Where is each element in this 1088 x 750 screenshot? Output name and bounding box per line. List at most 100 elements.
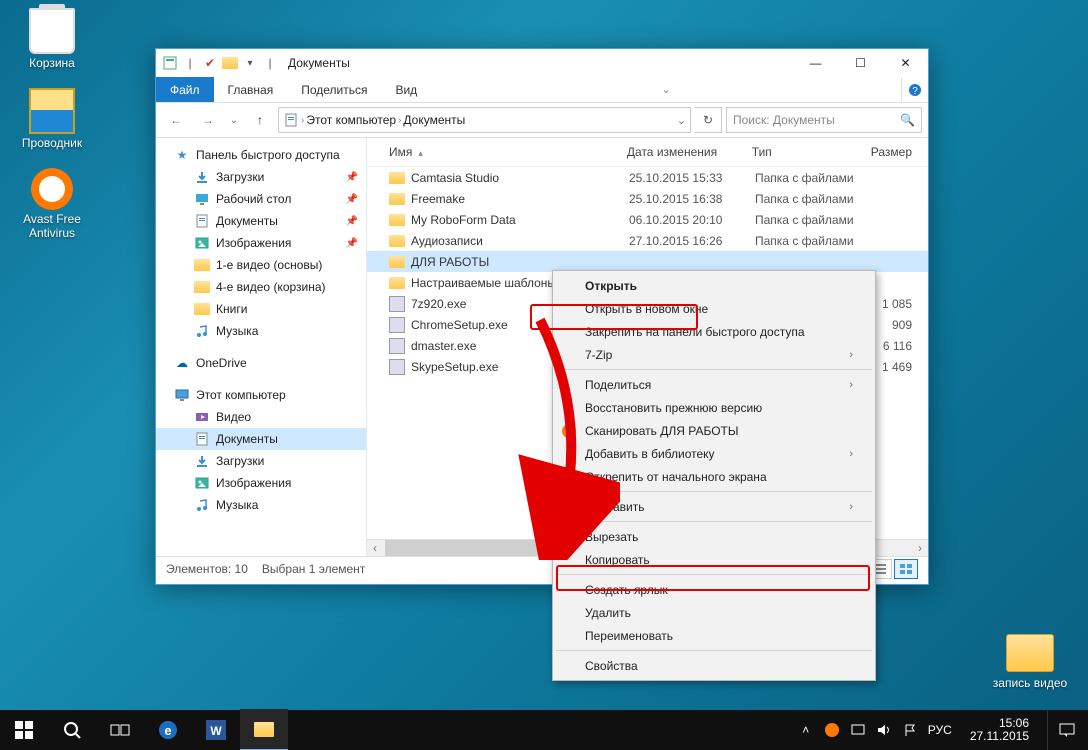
tray-network-icon[interactable] <box>850 722 866 738</box>
desktop-icon-label: запись видео <box>990 676 1070 690</box>
start-button[interactable] <box>0 710 48 750</box>
menu-item[interactable]: Переименовать <box>555 624 873 647</box>
menu-item[interactable]: Свойства <box>555 654 873 677</box>
exe-icon <box>389 359 405 375</box>
nav-onedrive[interactable]: ☁ OneDrive <box>156 352 366 374</box>
menu-item[interactable]: Открыть <box>555 274 873 297</box>
tray-flag-icon[interactable] <box>902 722 918 738</box>
tab-view[interactable]: Вид <box>381 77 431 102</box>
maximize-button[interactable]: ☐ <box>838 49 883 77</box>
breadcrumb-dropdown[interactable]: ⌄ <box>677 114 686 127</box>
pc-icon <box>174 387 190 403</box>
menu-item[interactable]: Восстановить прежнюю версию <box>555 396 873 419</box>
search-button[interactable] <box>48 710 96 750</box>
desktop-icon-explorer[interactable]: Проводник <box>14 88 90 150</box>
breadcrumb-segment[interactable]: Документы <box>403 113 465 127</box>
nav-item[interactable]: Видео <box>156 406 366 428</box>
menu-item[interactable]: Удалить <box>555 601 873 624</box>
tray-volume-icon[interactable] <box>876 722 892 738</box>
tray-avast-icon[interactable] <box>824 722 840 738</box>
nav-item[interactable]: 1-е видео (основы) <box>156 254 366 276</box>
taskbar-edge[interactable]: e <box>144 710 192 750</box>
file-row[interactable]: ДЛЯ РАБОТЫ <box>367 251 928 272</box>
system-tray: ˄ РУС 15:06 27.11.2015 <box>798 710 1088 750</box>
tray-language[interactable]: РУС <box>928 723 952 737</box>
folder-icon <box>389 193 405 205</box>
titlebar[interactable]: | ✔ ▾ | Документы ― ☐ ✕ <box>156 49 928 77</box>
tray-clock[interactable]: 15:06 27.11.2015 <box>962 717 1037 743</box>
notifications-button[interactable] <box>1047 710 1086 750</box>
nav-item[interactable]: Загрузки <box>156 450 366 472</box>
menu-item[interactable]: Открепить от начального экрана <box>555 465 873 488</box>
nav-quick-access[interactable]: ★ Панель быстрого доступа <box>156 144 366 166</box>
nav-item[interactable]: Изображения <box>156 472 366 494</box>
column-size[interactable]: Размер <box>871 145 928 159</box>
nav-item[interactable]: Книги <box>156 298 366 320</box>
refresh-button[interactable]: ↻ <box>695 107 722 133</box>
menu-item[interactable]: Закрепить на панели быстрого доступа <box>555 320 873 343</box>
file-row[interactable]: Аудиозаписи27.10.2015 16:26Папка с файла… <box>367 230 928 251</box>
up-button[interactable]: ↑ <box>246 108 274 132</box>
breadcrumb-segment[interactable]: Этот компьютер <box>306 113 396 127</box>
desktop-icon-avast[interactable]: Avast Free Antivirus <box>14 168 90 240</box>
taskbar: e W ˄ РУС 15:06 27.11.2015 <box>0 710 1088 750</box>
dropdown-icon[interactable]: ▾ <box>242 55 258 71</box>
properties-icon[interactable] <box>162 55 178 71</box>
taskbar-word[interactable]: W <box>192 710 240 750</box>
tab-home[interactable]: Главная <box>214 77 288 102</box>
ribbon-expand[interactable]: ⌄ <box>653 77 678 102</box>
tab-file[interactable]: Файл <box>156 77 214 102</box>
file-row[interactable]: My RoboForm Data06.10.2015 20:10Папка с … <box>367 209 928 230</box>
column-type[interactable]: Тип <box>752 145 871 159</box>
view-icons-button[interactable] <box>894 559 918 579</box>
column-name[interactable]: Имя▴ <box>367 145 627 159</box>
menu-item[interactable]: Добавить в библиотеку› <box>555 442 873 465</box>
scroll-right-icon[interactable]: › <box>912 540 928 556</box>
history-dropdown[interactable]: ⌄ <box>226 108 242 132</box>
folder-icon <box>194 301 210 317</box>
desktop-icon-folder[interactable]: запись видео <box>990 634 1070 690</box>
nav-item[interactable]: Музыка <box>156 494 366 516</box>
menu-item[interactable]: Копировать <box>555 548 873 571</box>
nav-item[interactable]: Документы <box>156 428 366 450</box>
desktop-icon-recycle-bin[interactable]: Корзина <box>14 8 90 70</box>
nav-item[interactable]: Загрузки📌 <box>156 166 366 188</box>
nav-item[interactable]: Рабочий стол📌 <box>156 188 366 210</box>
folder-icon[interactable] <box>222 55 238 71</box>
nav-item[interactable]: Музыка <box>156 320 366 342</box>
menu-item[interactable]: Отправить› <box>555 495 873 518</box>
menu-item[interactable]: Поделиться› <box>555 373 873 396</box>
cloud-icon: ☁ <box>174 355 190 371</box>
search-input[interactable]: Поиск: Документы 🔍 <box>726 107 922 133</box>
taskbar-explorer[interactable] <box>240 709 288 750</box>
checkmark-icon[interactable]: ✔ <box>202 55 218 71</box>
file-row[interactable]: Camtasia Studio25.10.2015 15:33Папка с ф… <box>367 167 928 188</box>
column-headers[interactable]: Имя▴ Дата изменения Тип Размер <box>367 138 928 167</box>
folder-icon <box>389 277 405 289</box>
nav-item[interactable]: Документы📌 <box>156 210 366 232</box>
chevron-right-icon: › <box>849 349 853 361</box>
file-row[interactable]: Freemake25.10.2015 16:38Папка с файлами <box>367 188 928 209</box>
nav-item[interactable]: 4-е видео (корзина) <box>156 276 366 298</box>
menu-item[interactable]: Сканировать ДЛЯ РАБОТЫ <box>555 419 873 442</box>
tab-share[interactable]: Поделиться <box>287 77 381 102</box>
minimize-button[interactable]: ― <box>793 49 838 77</box>
svg-text:W: W <box>210 724 222 738</box>
menu-item[interactable]: Открыть в новом окне <box>555 297 873 320</box>
column-date[interactable]: Дата изменения <box>627 145 752 159</box>
download-icon <box>194 169 210 185</box>
menu-item[interactable]: Вырезать <box>555 525 873 548</box>
menu-item[interactable]: 7-Zip› <box>555 343 873 366</box>
help-button[interactable]: ? <box>901 77 928 102</box>
back-button[interactable]: ← <box>162 108 190 132</box>
download-icon <box>194 453 210 469</box>
close-button[interactable]: ✕ <box>883 49 928 77</box>
nav-item[interactable]: Изображения📌 <box>156 232 366 254</box>
taskview-button[interactable] <box>96 710 144 750</box>
tray-chevron-icon[interactable]: ˄ <box>798 722 814 738</box>
breadcrumb[interactable]: › Этот компьютер › Документы ⌄ <box>278 107 691 133</box>
menu-item[interactable]: Создать ярлык <box>555 578 873 601</box>
chevron-right-icon: › <box>849 448 853 460</box>
nav-this-pc[interactable]: Этот компьютер <box>156 384 366 406</box>
scroll-left-icon[interactable]: ‹ <box>367 540 383 556</box>
